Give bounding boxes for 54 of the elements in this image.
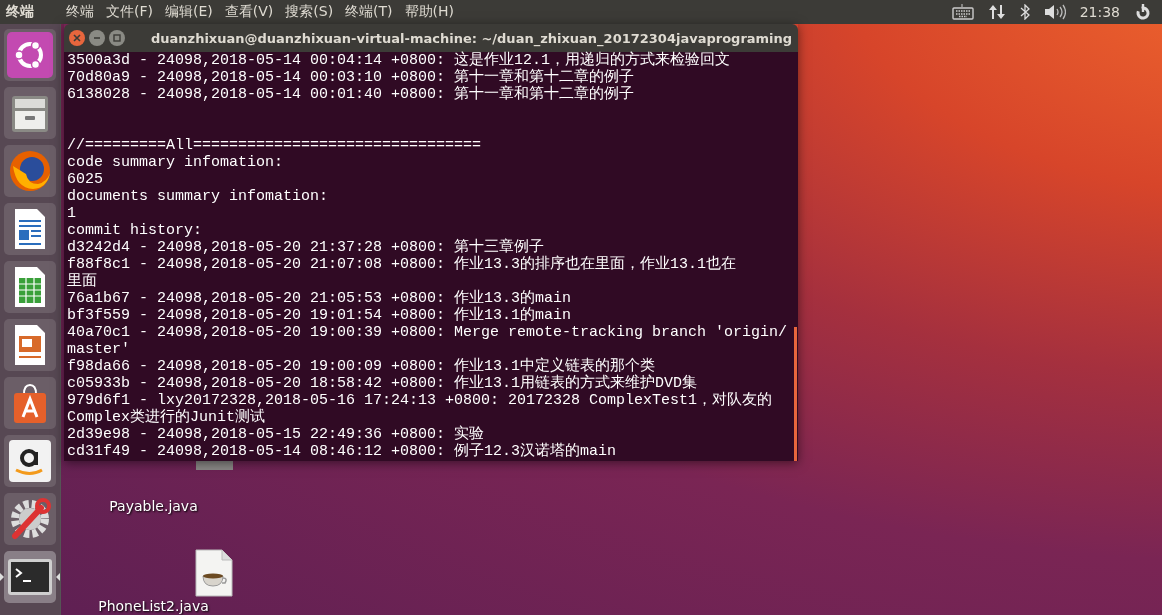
close-icon	[73, 34, 81, 42]
menu-item[interactable]: 终端(T)	[345, 3, 393, 21]
bluetooth-icon[interactable]	[1019, 4, 1030, 20]
menu-item[interactable]: 帮助(H)	[404, 3, 455, 21]
terminal-line: 979d6f1 - lxy20172328,2018-05-16 17:24:13 +0800: 20172328 ComplexTest1，对队友的	[67, 392, 773, 409]
terminal-line: //=========All================================	[67, 137, 482, 154]
minimize-icon	[93, 34, 101, 42]
terminal-line: code summary infomation:	[67, 154, 284, 171]
scrollbar[interactable]	[794, 327, 797, 461]
menu-item[interactable]: 搜索(S)	[285, 3, 334, 21]
launcher-item[interactable]	[4, 261, 56, 313]
menu-item[interactable]: 查看(V)	[224, 3, 274, 21]
terminal-line: 2d39e98 - 24098,2018-05-15 22:49:36 +0800: 实验	[67, 426, 485, 443]
volume-icon[interactable]	[1043, 4, 1066, 20]
terminal-line: c05933b - 24098,2018-05-20 18:58:42 +0800: 作业13.1用链表的方式来维护DVD集	[67, 375, 698, 392]
firefox-icon	[7, 148, 53, 194]
launcher-item[interactable]	[4, 29, 56, 81]
terminal-line: f98da66 - 24098,2018-05-20 19:00:09 +0800: 作业13.1中定义链表的那个类	[67, 358, 656, 375]
minimize-button[interactable]	[89, 30, 105, 46]
keyboard-icon[interactable]	[951, 4, 974, 20]
power-icon[interactable]	[1134, 3, 1152, 21]
maximize-button[interactable]	[109, 30, 125, 46]
menu-item[interactable]: 终端	[66, 3, 94, 21]
terminal-line: documents summary infomation:	[67, 188, 329, 205]
clock[interactable]: 21:38	[1079, 4, 1120, 20]
terminal-line: 76a1b67 - 24098,2018-05-20 21:05:53 +0800: 作业13.3的main	[67, 290, 572, 307]
terminal-line: cd31f49 - 24098,2018-05-14 08:46:12 +0800: 例子12.3汉诺塔的main	[67, 443, 617, 460]
window-title: duanzhixuan@duanzhixuan-virtual-machine: ~/duan_zhixuan_20172304javaprograming	[151, 30, 793, 46]
ubuntu-logo-icon	[7, 32, 53, 78]
launcher-item[interactable]	[4, 435, 56, 487]
terminal-line: 6025	[67, 171, 103, 188]
terminal-line: bf3f559 - 24098,2018-05-20 19:01:54 +0800: 作业13.1的main	[67, 307, 572, 324]
launcher-item[interactable]	[4, 377, 56, 429]
terminal-line: 70d80a9 - 24098,2018-05-14 00:03:10 +0800: 第十一章和第十二章的例子	[67, 69, 635, 86]
terminal-line: f88f8c1 - 24098,2018-05-20 21:07:08 +0800: 作业13.3的排序也在里面，作业13.1也在	[67, 256, 737, 273]
maximize-icon	[113, 34, 121, 42]
menu-item[interactable]: 文件(F)	[106, 3, 153, 21]
terminal-line: 里面	[67, 273, 97, 290]
network-arrows-icon[interactable]	[987, 4, 1006, 20]
app-name: 终端	[6, 3, 35, 21]
file-name[interactable]: Payable.java	[81, 498, 226, 514]
terminal-line: 1	[67, 205, 76, 222]
launcher-item[interactable]	[4, 319, 56, 371]
terminal-line: master'	[67, 341, 130, 358]
terminal-line: commit history:	[67, 222, 203, 239]
file-name[interactable]: PhoneList2.java	[81, 598, 226, 614]
terminal-line: d3242d4 - 24098,2018-05-20 21:37:28 +0800: 第十三章例子	[67, 239, 545, 256]
terminal-line: Complex类进行的Junit测试	[67, 409, 266, 426]
terminal-line: 3500a3d - 24098,2018-05-14 00:04:14 +0800: 这是作业12.1，用递归的方式来检验回文	[67, 52, 731, 69]
terminal-line: 40a70c1 - 24098,2018-05-20 19:00:39 +0800: Merge remote-tracking branch 'origin/	[67, 324, 788, 341]
menu-item[interactable]: 编辑(E)	[165, 3, 213, 21]
terminal-line: 6138028 - 24098,2018-05-14 00:01:40 +0800: 第十一章和第十二章的例子	[67, 86, 635, 103]
launcher-item[interactable]	[4, 203, 56, 255]
close-button[interactable]	[69, 30, 85, 46]
